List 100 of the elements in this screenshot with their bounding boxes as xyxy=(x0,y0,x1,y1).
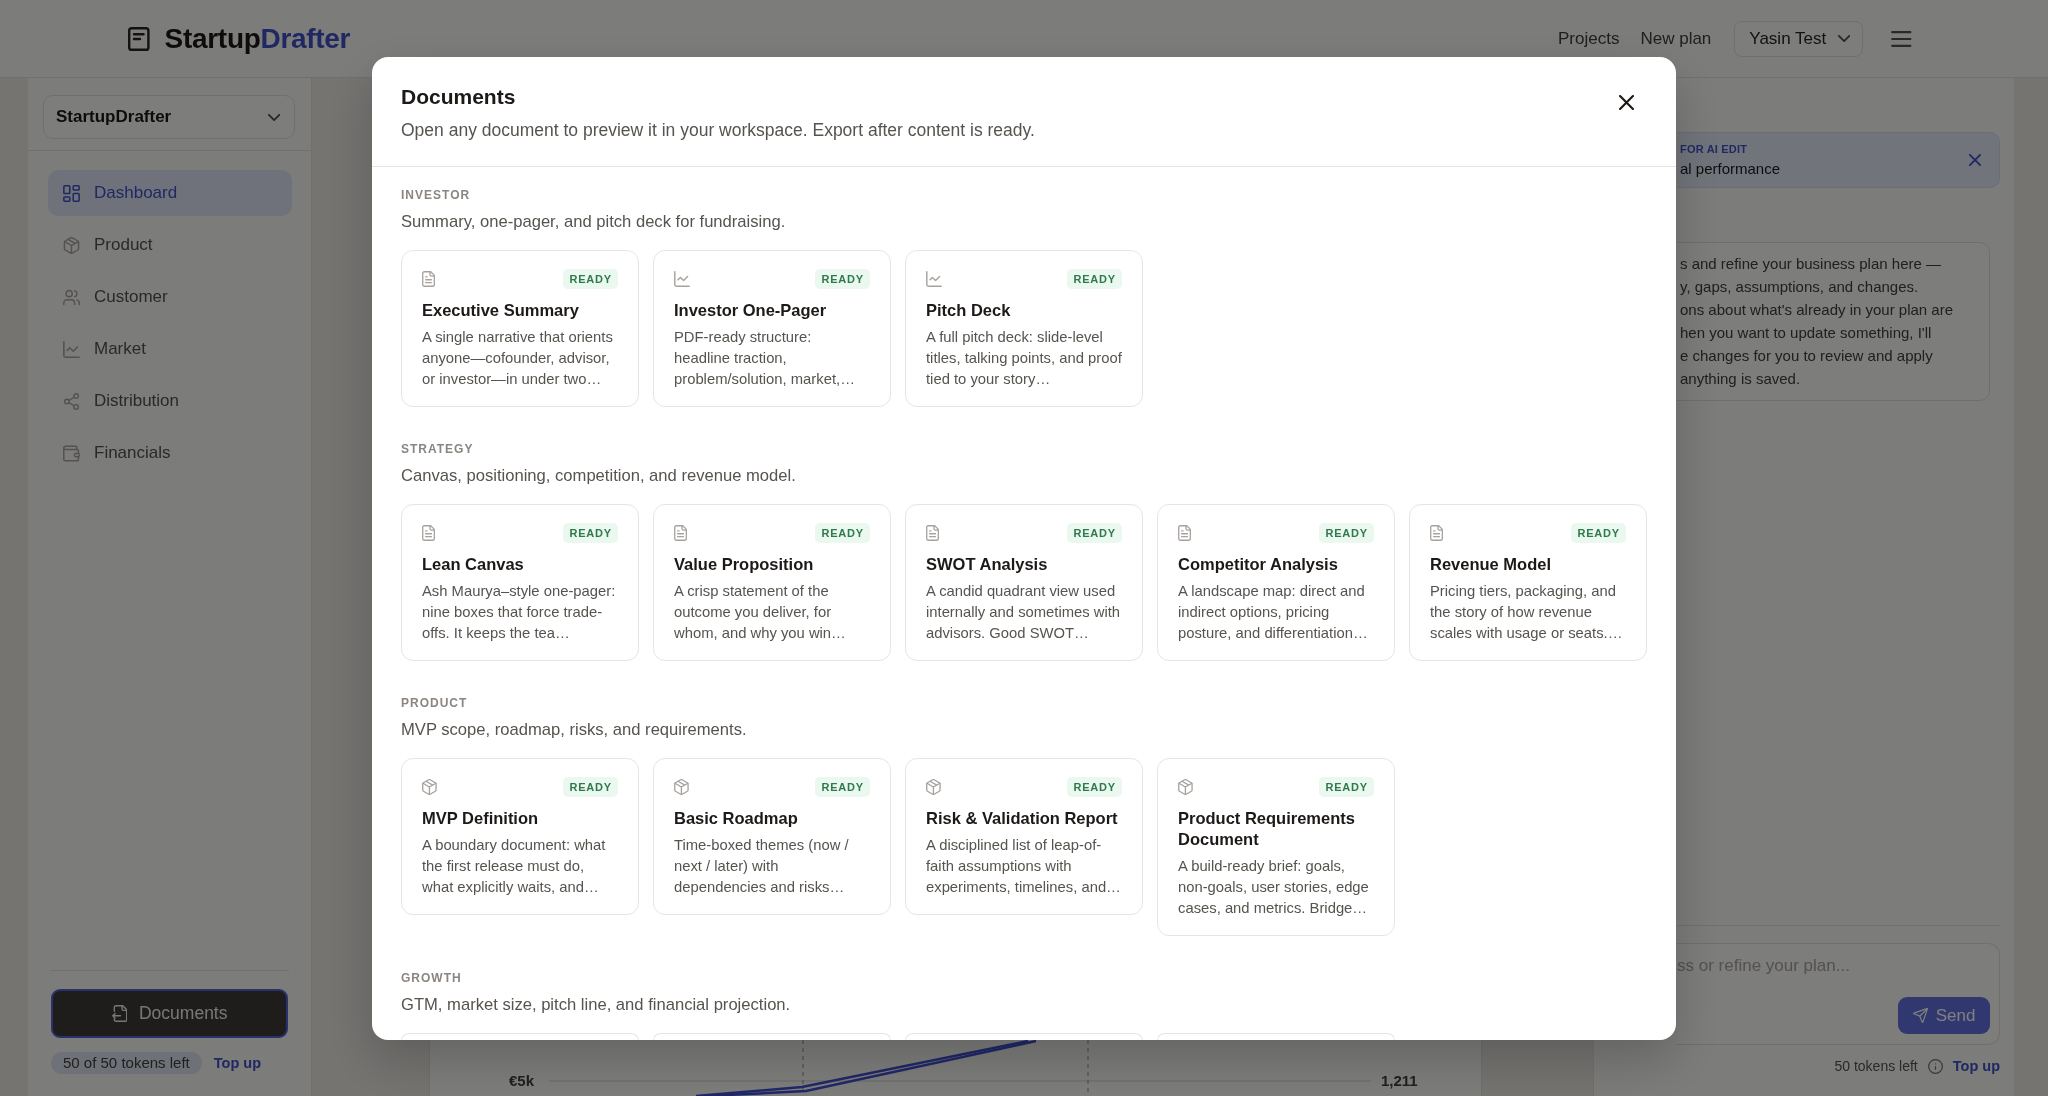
cube-icon xyxy=(63,236,80,254)
document-card[interactable] xyxy=(905,1033,1143,1040)
card-description: A crisp statement of the outcome you deliver, for whom, and why you win… xyxy=(674,582,847,643)
brand-name: StartupDrafter xyxy=(164,21,351,56)
status-badge: READY xyxy=(1319,523,1374,543)
send-icon xyxy=(1912,1008,1928,1023)
document-card[interactable]: READY Executive Summary A single narrative that orients anyone—cofounder, advisor, or investor—in under two… xyxy=(401,250,639,407)
sidebar-item[interactable]: Financials xyxy=(48,430,292,476)
section-label: PRODUCT xyxy=(401,695,469,712)
card-description: A disciplined list of leap-of-faith assumptions with experiments, timelines, and… xyxy=(926,836,1122,897)
card-title: SWOT Analysis xyxy=(926,554,1049,575)
documents-button[interactable]: Documents xyxy=(51,989,288,1038)
cube-icon xyxy=(674,779,689,795)
section-description: GTM, market size, pitch line, and financial projection. xyxy=(401,995,792,1015)
card-title: Value Proposition xyxy=(674,554,815,575)
card-description: A boundary document: what the first release must do, what explicitly waits, and… xyxy=(422,836,607,897)
section-description: MVP scope, roadmap, risks, and requirements. xyxy=(401,720,748,740)
card-description: Time-boxed themes (now / next / later) with dependencies and risks… xyxy=(674,836,850,897)
sidebar-item[interactable]: Dashboard xyxy=(48,170,292,216)
document-card[interactable]: READY Value Proposition A crisp statement of the outcome you deliver, for whom, and why you win… xyxy=(653,504,891,661)
logo-icon xyxy=(128,26,150,51)
card-description: A build-ready brief: goals, non-goals, user stories, edge cases, and metrics. Bridge… xyxy=(1178,857,1370,918)
document-card[interactable]: READY Product Requirements Document A build-ready brief: goals, non-goals, user stories, edge cases, and metrics. Bridge… xyxy=(1157,758,1395,936)
document-card[interactable]: READY Pitch Deck A full pitch deck: slide-level titles, talking points, and proof tied to your story… xyxy=(905,250,1143,407)
assistant-message: s and refine your business plan here — y, gaps, assumptions, and changes. ons about what's already in your plan are hen you want to update something, I'll e changes for you to review and apply anything is saved. xyxy=(1677,242,1990,401)
line-chart-icon xyxy=(63,340,80,358)
card-title: Executive Summary xyxy=(422,300,580,321)
top-up-link[interactable]: Top up xyxy=(1952,1058,2000,1074)
status-badge: READY xyxy=(563,777,618,797)
card-title: Product Requirements Document xyxy=(1178,808,1356,850)
status-badge: READY xyxy=(563,269,618,289)
card-description: A candid quadrant view used internally and sometimes with advisors. Good SWOT… xyxy=(926,582,1122,643)
cube-icon xyxy=(422,779,437,795)
project-select[interactable]: StartupDrafter xyxy=(43,95,295,139)
sidebar-item[interactable]: Market xyxy=(48,326,292,372)
card-title: Risk & Validation Report xyxy=(926,808,1119,829)
document-card[interactable]: READY MVP Definition A boundary document: what the first release must do, what explicitly waits, and… xyxy=(401,758,639,915)
sidebar-item[interactable]: Customer xyxy=(48,274,292,320)
card-title: Revenue Model xyxy=(1430,554,1553,575)
menu-icon xyxy=(1891,30,1912,47)
section-label: STRATEGY xyxy=(401,441,475,458)
nav-link[interactable]: Projects xyxy=(1558,28,1620,49)
card-description: PDF-ready structure: headline traction, problem/solution, market,… xyxy=(674,328,856,389)
users-icon xyxy=(63,288,80,306)
document-card[interactable]: READY Investor One-Pager PDF-ready structure: headline traction, problem/solution, market,… xyxy=(653,250,891,407)
section-label: INVESTOR xyxy=(401,187,472,204)
card-title: Competitor Analysis xyxy=(1178,554,1339,575)
info-icon xyxy=(1927,1058,1943,1074)
document-card[interactable] xyxy=(1157,1033,1395,1040)
token-count-badge: 50 of 50 tokens left xyxy=(51,1052,202,1074)
card-description: A full pitch deck: slide-level titles, talking points, and proof tied to your story… xyxy=(926,328,1122,389)
card-title: MVP Definition xyxy=(422,808,540,829)
section-label: GROWTH xyxy=(401,970,463,987)
top-up-link[interactable]: Top up xyxy=(213,1055,261,1071)
status-badge: READY xyxy=(1319,777,1374,797)
user-menu-button[interactable]: Yasin Test xyxy=(1734,20,1864,57)
document-card[interactable]: READY Lean Canvas Ash Maurya–style one-pager: nine boxes that force trade-offs. It keeps the tea… xyxy=(401,504,639,661)
line-chart-icon xyxy=(926,271,942,287)
file-text-icon xyxy=(1430,525,1444,541)
card-description: Ash Maurya–style one-pager: nine boxes that force trade-offs. It keeps the tea… xyxy=(422,582,617,643)
share-icon xyxy=(63,392,80,410)
status-badge: READY xyxy=(815,777,870,797)
document-card[interactable]: READY Basic Roadmap Time-boxed themes (now / next / later) with dependencies and risks… xyxy=(653,758,891,915)
card-title: Basic Roadmap xyxy=(674,808,799,829)
card-description: A landscape map: direct and indirect options, pricing posture, and differentiation… xyxy=(1178,582,1369,643)
dialog-title: Documents xyxy=(401,84,517,110)
file-text-icon xyxy=(1178,525,1192,541)
close-icon xyxy=(1618,94,1634,110)
sidebar-item[interactable]: Distribution xyxy=(48,378,292,424)
section-description: Canvas, positioning, competition, and revenue model. xyxy=(401,466,797,486)
cube-icon xyxy=(1178,779,1193,795)
nav-link[interactable]: New plan xyxy=(1640,28,1712,49)
document-card[interactable] xyxy=(653,1033,891,1040)
card-title: Pitch Deck xyxy=(926,300,1012,321)
status-badge: READY xyxy=(815,523,870,543)
card-title: Investor One-Pager xyxy=(674,300,828,321)
close-icon xyxy=(1969,154,1981,166)
value-label: 1,211 xyxy=(1381,1072,1418,1089)
chevron-down-icon xyxy=(267,113,280,121)
status-badge: READY xyxy=(1067,269,1122,289)
dashboard-icon xyxy=(63,184,80,202)
cube-icon xyxy=(926,779,941,795)
token-count: 50 tokens left xyxy=(1834,1058,1918,1074)
banner-tag: FOR AI EDIT xyxy=(1680,142,1781,156)
sidebar-item[interactable]: Product xyxy=(48,222,292,268)
dialog-subtitle: Open any document to preview it in your workspace. Export after content is ready. xyxy=(401,119,1036,141)
file-text-icon xyxy=(674,525,688,541)
status-badge: READY xyxy=(1067,523,1122,543)
document-card[interactable] xyxy=(401,1033,639,1040)
document-card[interactable]: READY Competitor Analysis A landscape map: direct and indirect options, pricing posture, and differentiation… xyxy=(1157,504,1395,661)
status-badge: READY xyxy=(1067,777,1122,797)
file-text-icon xyxy=(422,271,436,287)
document-card[interactable]: READY SWOT Analysis A candid quadrant view used internally and sometimes with advisors. Good SWOT… xyxy=(905,504,1143,661)
document-card[interactable]: READY Risk & Validation Report A disciplined list of leap-of-faith assumptions with experiments, timelines, and… xyxy=(905,758,1143,915)
card-description: A single narrative that orients anyone—cofounder, advisor, or investor—in under two… xyxy=(422,328,614,389)
file-arrow-icon xyxy=(111,1005,127,1022)
menu-button[interactable] xyxy=(1891,30,1912,47)
document-card[interactable]: READY Revenue Model Pricing tiers, packaging, and the story of how revenue scales with usage or seats.… xyxy=(1409,504,1647,661)
axis-tick-label: €5k xyxy=(508,1072,534,1089)
card-description: Pricing tiers, packaging, and the story of how revenue scales with usage or seats.… xyxy=(1430,582,1624,643)
